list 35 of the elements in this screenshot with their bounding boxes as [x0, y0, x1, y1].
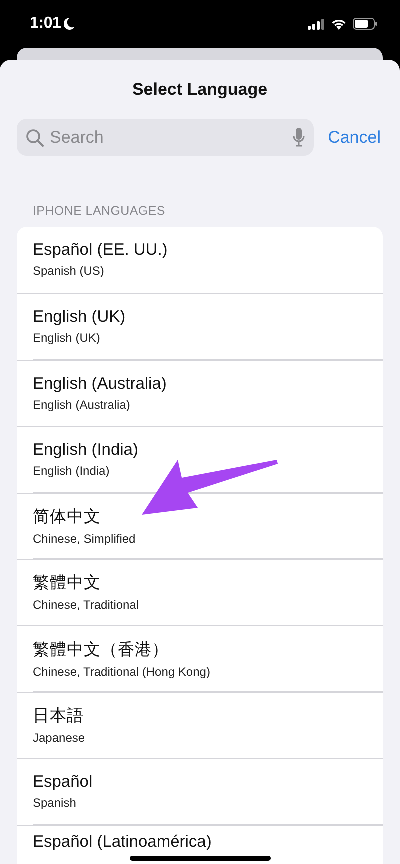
section-header: IPHONE LANGUAGES [32, 203, 166, 220]
language-name: Español (Latinoamérica) [33, 832, 212, 852]
battery-icon [353, 18, 378, 30]
language-row[interactable]: Español (EE. UU.) Spanish (US) [17, 227, 383, 293]
language-subtitle: English (Australia) [33, 398, 130, 412]
wifi-icon [331, 18, 347, 30]
language-name: Español [33, 773, 93, 792]
search-bar[interactable]: Search [17, 119, 314, 156]
language-subtitle: Spanish [33, 796, 76, 810]
language-subtitle: Chinese, Simplified [33, 532, 136, 546]
language-subtitle: English (UK) [33, 331, 100, 346]
language-name: Español (EE. UU.) [33, 241, 168, 260]
language-subtitle: Spanish (US) [33, 264, 104, 278]
language-name: English (India) [33, 441, 138, 460]
language-subtitle: English (India) [33, 464, 110, 478]
cancel-button[interactable]: Cancel [326, 128, 383, 148]
signal-icon [308, 18, 325, 30]
sheet-title: Select Language [131, 79, 269, 101]
language-name: English (Australia) [33, 374, 167, 394]
search-field[interactable]: Search [50, 128, 288, 148]
language-subtitle: Japanese [33, 731, 86, 746]
moon-icon [64, 18, 76, 30]
language-name: English (UK) [33, 308, 126, 328]
language-name: 繁體中文（香港） [33, 640, 169, 661]
language-subtitle: Chinese, Traditional (Hong Kong) [33, 664, 210, 679]
language-row[interactable]: English (Australia) English (Australia) [17, 360, 383, 426]
language-subtitle: Chinese, Traditional [33, 598, 140, 612]
language-name: 简体中文 [33, 506, 101, 528]
search-icon [26, 128, 44, 146]
language-row[interactable]: 繁體中文 Chinese, Traditional [17, 558, 383, 625]
microphone-icon[interactable] [293, 128, 306, 147]
language-row[interactable]: 日本語 Japanese [17, 692, 383, 758]
status-time: 1:01 [30, 15, 62, 33]
language-name: 日本語 [33, 706, 84, 728]
language-name: 繁體中文 [33, 573, 101, 594]
